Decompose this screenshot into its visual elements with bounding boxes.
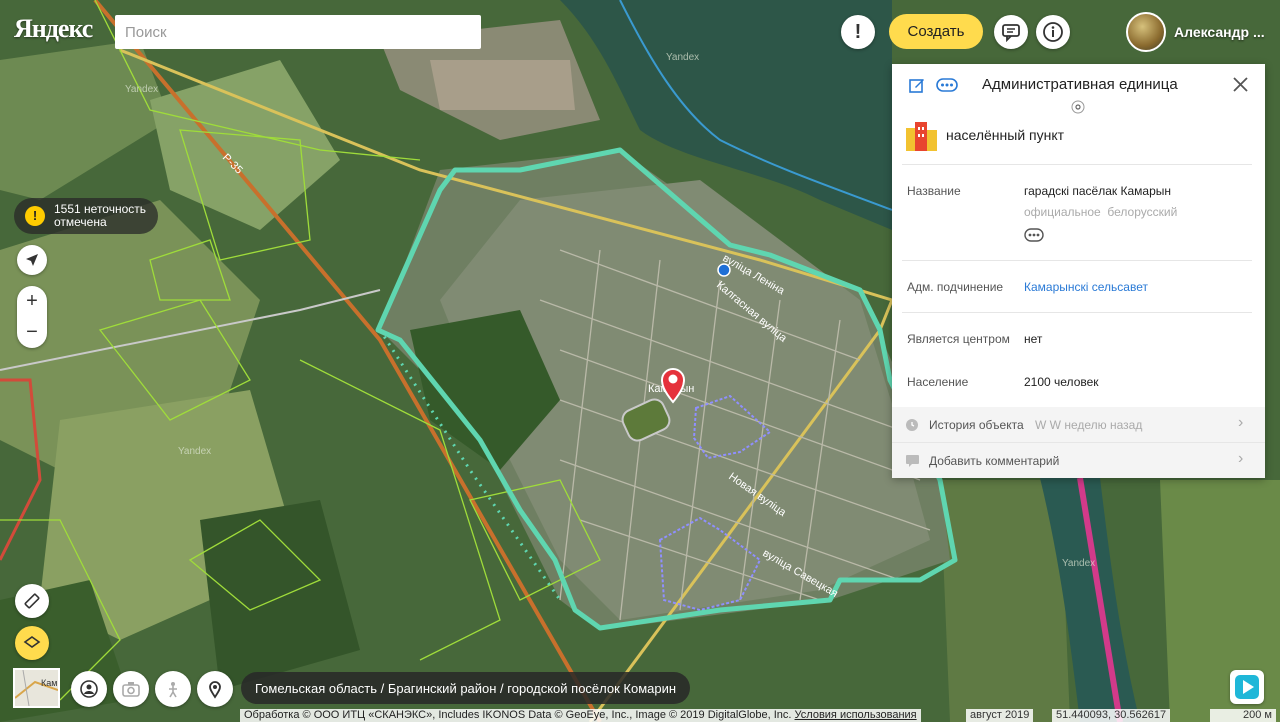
camera-icon <box>122 682 140 697</box>
info-button[interactable] <box>1036 15 1070 49</box>
object-panel: Административная единица населённый пунк… <box>892 64 1265 478</box>
scale-label: 200 м <box>1243 709 1272 721</box>
divider <box>902 260 1252 261</box>
zoom-in-button[interactable]: + <box>17 286 47 317</box>
warning-icon: ! <box>25 206 45 226</box>
search-input[interactable] <box>115 15 481 49</box>
minimap-toggle[interactable]: Кам <box>13 668 60 708</box>
center-label: Является центром <box>907 332 1010 346</box>
edit-icon[interactable] <box>908 76 926 94</box>
name-meta-official: официальное <box>1024 205 1101 219</box>
map-watermark: Yandex <box>178 446 211 457</box>
person-icon <box>80 680 98 698</box>
category-label: населённый пункт <box>946 127 1065 143</box>
place-button[interactable] <box>197 671 233 707</box>
name-label: Название <box>907 184 961 198</box>
history-label: История объекта <box>929 418 1024 432</box>
name-value: гарадскі пасёлак Камарын <box>1024 184 1172 198</box>
copyright: Обработка © ООО ИТЦ «СКАНЭКС», Includes … <box>240 709 921 722</box>
transit-stop-icon <box>717 263 731 277</box>
center-value: нет <box>1024 332 1043 346</box>
ruler-icon <box>24 593 40 609</box>
scale-bar: 200 м <box>1210 709 1276 722</box>
comment-row[interactable]: Добавить комментарий › <box>892 443 1265 478</box>
adm-label: Адм. подчинение <box>907 280 1004 294</box>
navigator-button[interactable] <box>1230 670 1264 704</box>
inaccuracy-text2: отмечена <box>54 215 107 229</box>
more-names-icon[interactable] <box>1024 228 1044 242</box>
user-name[interactable]: Александр ... <box>1174 24 1265 40</box>
zoom-control: + − <box>17 286 47 348</box>
layers-button[interactable] <box>15 626 49 660</box>
location-arrow-icon <box>26 254 38 266</box>
yandex-logo[interactable]: Яндекс <box>14 14 93 44</box>
history-row[interactable]: История объекта W W неделю назад › <box>892 407 1265 442</box>
comment-label: Добавить комментарий <box>929 454 1060 468</box>
clock-icon <box>906 419 918 431</box>
map-watermark: Yandex <box>666 52 699 63</box>
photo-button[interactable] <box>113 671 149 707</box>
imagery-date: август 2019 <box>966 709 1034 722</box>
walker-icon <box>169 682 177 698</box>
panorama-button[interactable] <box>71 671 107 707</box>
divider <box>902 312 1252 313</box>
layers-icon <box>23 636 41 648</box>
chevron-right-icon: › <box>1238 414 1244 431</box>
divider <box>902 164 1252 165</box>
exclamation-icon: ! <box>854 20 862 43</box>
comment-icon <box>906 455 919 467</box>
copyright-text: Обработка © ООО ИТЦ «СКАНЭКС», Includes … <box>244 709 792 721</box>
minimap-icon <box>14 669 59 707</box>
map-watermark: Yandex <box>1062 558 1095 569</box>
create-button[interactable]: Создать <box>889 14 983 49</box>
inaccuracy-count: 1551 <box>54 202 81 216</box>
feedback-button[interactable] <box>994 15 1028 49</box>
crosshair-icon[interactable] <box>1071 100 1085 114</box>
inaccuracy-notice[interactable]: ! 1551 неточность отмечена <box>14 198 158 234</box>
population-label: Население <box>907 375 969 389</box>
population-value: 2100 человек <box>1024 375 1099 389</box>
settlement-icon <box>906 122 937 151</box>
adm-link[interactable]: Камарынскі сельсавет <box>1024 280 1148 294</box>
close-icon[interactable] <box>1233 77 1248 92</box>
chevron-right-icon: › <box>1238 450 1244 467</box>
zoom-out-button[interactable]: − <box>17 317 47 348</box>
chat-icon <box>1002 24 1020 42</box>
terms-link[interactable]: Условия использования <box>795 709 917 721</box>
place-pin-icon <box>209 681 221 699</box>
panel-title: Административная единица <box>982 76 1178 93</box>
name-meta-language: белорусский <box>1107 205 1178 219</box>
geolocation-button[interactable] <box>17 245 47 275</box>
coordinates[interactable]: 51.440093, 30.562617 <box>1052 709 1171 722</box>
history-meta: W W неделю назад <box>1035 418 1143 432</box>
user-avatar[interactable] <box>1126 12 1166 52</box>
info-icon <box>1043 22 1063 42</box>
inaccuracy-text: неточность <box>84 202 147 216</box>
report-button[interactable]: ! <box>841 15 875 49</box>
play-icon <box>1235 675 1259 699</box>
breadcrumb[interactable]: Гомельская область / Брагинский район / … <box>241 672 691 704</box>
name-meta: официальное белорусский <box>1024 205 1177 219</box>
minimap-label: Кам <box>41 678 58 688</box>
map-watermark: Yandex <box>125 84 158 95</box>
street-view-button[interactable] <box>155 671 191 707</box>
more-icon[interactable] <box>936 76 958 94</box>
ruler-button[interactable] <box>15 584 49 618</box>
